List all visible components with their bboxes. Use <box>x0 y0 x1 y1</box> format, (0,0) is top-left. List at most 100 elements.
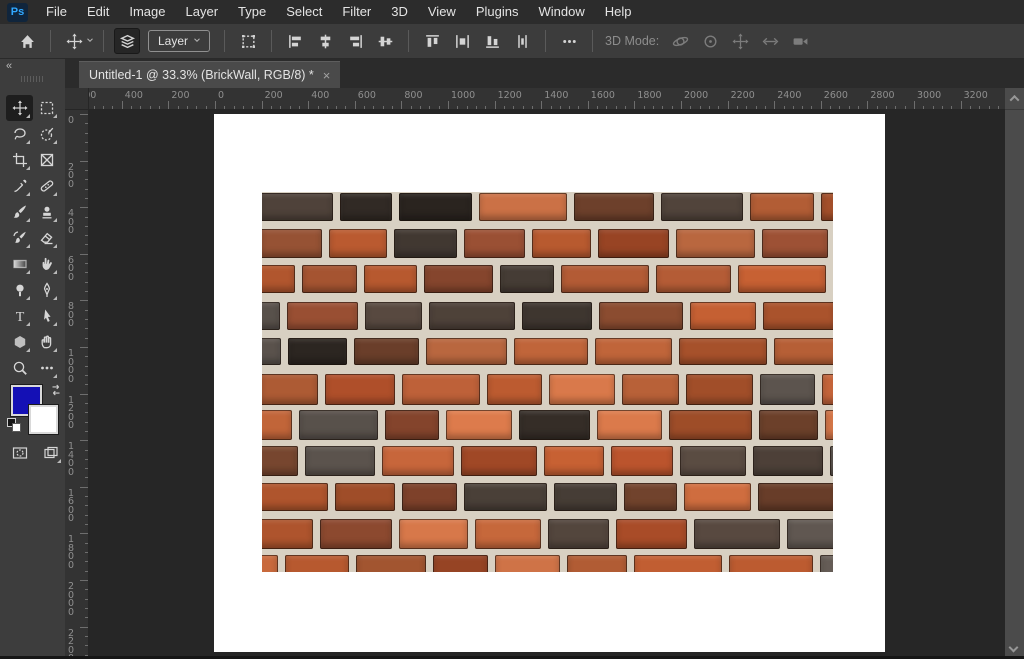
chevron-down-icon[interactable] <box>85 32 95 50</box>
brickwall-image <box>262 192 833 572</box>
brick <box>598 229 669 258</box>
zoom-tool[interactable] <box>6 355 33 381</box>
slide-3d-camera-button[interactable] <box>757 28 783 54</box>
align-top-edges-button[interactable] <box>419 28 445 54</box>
edit-toolbar-button[interactable] <box>33 355 60 381</box>
ruler-minor-tick <box>85 272 88 273</box>
ruler-minor-tick <box>85 198 88 199</box>
brick <box>464 229 525 258</box>
background-color-swatch[interactable] <box>29 405 58 434</box>
object-selection-tool[interactable] <box>33 121 60 147</box>
history-brush-tool[interactable] <box>6 225 33 251</box>
orbit-3d-camera-button[interactable] <box>667 28 693 54</box>
close-tab-icon[interactable]: × <box>323 68 331 83</box>
ruler-minor-tick <box>644 106 645 109</box>
move-3d-camera-button[interactable] <box>787 28 813 54</box>
ruler-minor-tick <box>290 106 291 109</box>
panel-grip-handle[interactable] <box>21 76 45 82</box>
ruler-minor-tick <box>737 106 738 109</box>
smudge-tool[interactable] <box>33 251 60 277</box>
horizontal-ruler[interactable]: 6004002000200400600800100012001400160018… <box>89 88 1005 110</box>
roll-3d-camera-button[interactable] <box>697 28 723 54</box>
menu-item-select[interactable]: Select <box>276 0 332 24</box>
lasso-tool[interactable] <box>6 121 33 147</box>
collapse-panel-button[interactable]: « <box>6 60 13 72</box>
align-left-edges-button[interactable] <box>282 28 308 54</box>
menu-item-plugins[interactable]: Plugins <box>466 0 529 24</box>
path-selection-tool[interactable] <box>33 303 60 329</box>
frame-icon <box>39 152 55 168</box>
type-tool[interactable]: T <box>6 303 33 329</box>
brick <box>402 374 480 405</box>
ruler-minor-tick <box>718 106 719 109</box>
vertical-scrollbar[interactable] <box>1005 110 1024 659</box>
gradient-tool[interactable] <box>6 251 33 277</box>
align-right-edges-button[interactable] <box>342 28 368 54</box>
quick-mask-mode-button[interactable] <box>6 440 33 466</box>
brush-tool[interactable] <box>6 199 33 225</box>
menu-item-layer[interactable]: Layer <box>176 0 229 24</box>
menu-item-file[interactable]: File <box>36 0 77 24</box>
distribute-vertical-button[interactable] <box>509 28 535 54</box>
ruler-minor-tick <box>811 106 812 109</box>
screen-mode-button[interactable] <box>37 440 64 466</box>
scrollbar-up-button[interactable] <box>1005 88 1024 110</box>
ruler-minor-tick <box>933 106 934 109</box>
brick <box>684 483 751 511</box>
rotate-view-tool[interactable] <box>33 329 60 355</box>
vertical-ruler[interactable]: 0200400600800100012001400160018002000220… <box>65 110 89 659</box>
document-tab[interactable]: Untitled-1 @ 33.3% (BrickWall, RGB/8) * … <box>79 61 340 88</box>
h-ruler-label: 200 <box>171 90 189 101</box>
ruler-minor-tick <box>532 106 533 109</box>
ruler-minor-tick <box>411 106 412 109</box>
tool-preset-move[interactable] <box>61 28 87 54</box>
dodge-tool[interactable] <box>6 277 33 303</box>
move-tool[interactable] <box>6 95 33 121</box>
auto-select-target-dropdown[interactable]: Layer <box>148 30 210 52</box>
menu-item-window[interactable]: Window <box>528 0 594 24</box>
align-vertical-centers-button[interactable] <box>372 28 398 54</box>
ruler-minor-tick <box>112 106 113 109</box>
brick <box>495 555 560 572</box>
distribute-horizontal-button[interactable] <box>449 28 475 54</box>
menu-item-filter[interactable]: Filter <box>332 0 381 24</box>
eraser-tool[interactable] <box>33 225 60 251</box>
auto-select-toggle[interactable] <box>114 28 140 54</box>
pen-tool[interactable] <box>33 277 60 303</box>
rectangular-marquee-tool[interactable] <box>33 95 60 121</box>
menu-item-type[interactable]: Type <box>228 0 276 24</box>
brick <box>262 374 318 405</box>
clone-stamp-tool[interactable] <box>33 199 60 225</box>
frame-tool[interactable] <box>33 147 60 173</box>
home-button[interactable] <box>14 28 40 54</box>
chevron-up-icon <box>1010 95 1020 105</box>
brick <box>287 302 359 330</box>
align-bottom-edges-button[interactable] <box>479 28 505 54</box>
brick <box>599 302 684 330</box>
document-canvas[interactable] <box>214 114 885 652</box>
menu-item-help[interactable]: Help <box>595 0 642 24</box>
show-transform-controls-toggle[interactable] <box>235 28 261 54</box>
ruler-minor-tick <box>392 106 393 109</box>
spot-healing-brush-tool[interactable] <box>33 173 60 199</box>
menu-items: FileEditImageLayerTypeSelectFilter3DView… <box>36 0 641 24</box>
drag-3d-camera-button[interactable] <box>727 28 753 54</box>
eyedropper-tool[interactable] <box>6 173 33 199</box>
menu-item-image[interactable]: Image <box>119 0 175 24</box>
crop-tool[interactable] <box>6 147 33 173</box>
menu-item-3d[interactable]: 3D <box>381 0 418 24</box>
ruler-minor-tick <box>159 106 160 109</box>
brick <box>759 410 818 439</box>
menu-item-view[interactable]: View <box>418 0 466 24</box>
ruler-minor-tick <box>131 106 132 109</box>
ruler-minor-tick <box>709 106 710 109</box>
brick <box>479 193 566 221</box>
ruler-minor-tick <box>700 106 701 109</box>
default-colors-icon[interactable] <box>7 418 21 432</box>
more-options-button[interactable] <box>556 28 582 54</box>
align-horizontal-centers-button[interactable] <box>312 28 338 54</box>
ruler-minor-tick <box>970 106 971 109</box>
menu-item-edit[interactable]: Edit <box>77 0 119 24</box>
swap-colors-icon[interactable] <box>49 383 63 402</box>
shape-tool[interactable] <box>6 329 33 355</box>
